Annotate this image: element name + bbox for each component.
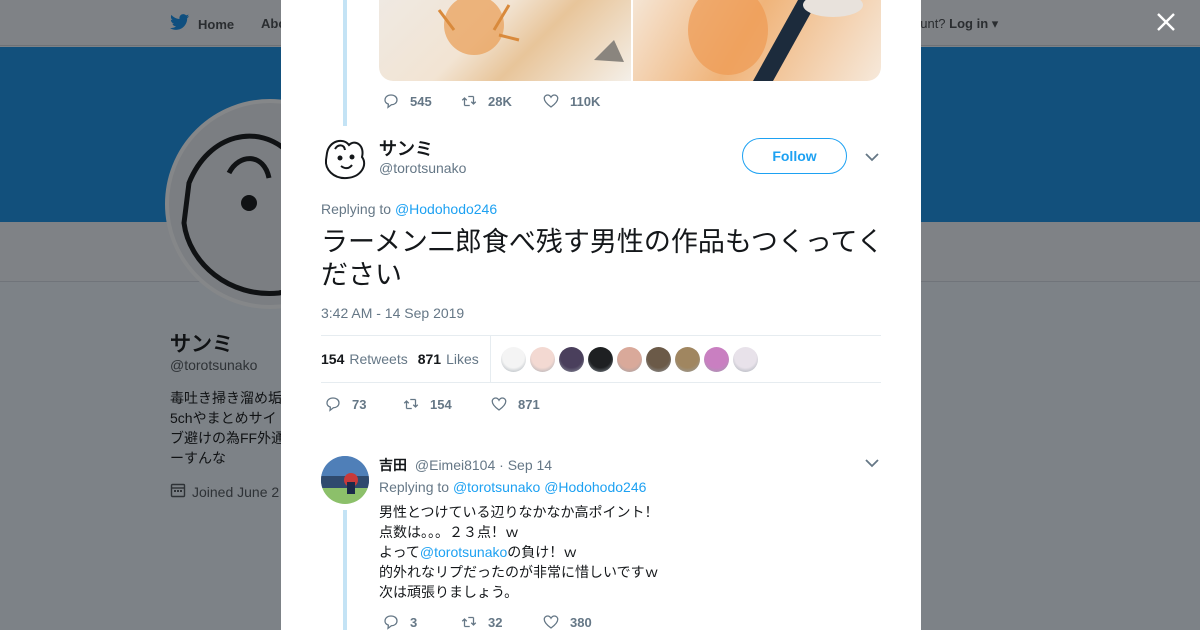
retweet-button[interactable]: 154 (402, 395, 490, 413)
tweet-stats: 154 Retweets 871 Likes (321, 335, 881, 383)
profile-handle: @torotsunako (170, 357, 258, 373)
reply-button[interactable]: 545 (382, 92, 460, 110)
liker-avatar[interactable] (500, 346, 526, 372)
liker-avatar[interactable] (645, 346, 671, 372)
separator-dot: · (499, 457, 504, 473)
mention-link[interactable]: @Hodohodo246 (395, 201, 497, 217)
reply-tweet-text: 男性とつけている辺りなかなか高ポイント！ 点数は。。。２３点！ｗ よって@tor… (379, 504, 659, 600)
like-button[interactable]: 871 (490, 395, 540, 413)
tweet-modal: 545 28K 110K サンミ @torotsunako Follow Rep… (281, 0, 921, 630)
like-stat[interactable]: 871 Likes (418, 351, 479, 367)
like-button[interactable]: 110K (542, 92, 600, 110)
mention-link[interactable]: @torotsunako (453, 479, 540, 495)
tweet-media[interactable] (379, 0, 881, 81)
like-button[interactable]: 380 (542, 613, 592, 630)
heart-icon (543, 94, 559, 108)
retweet-icon (461, 616, 477, 628)
twitter-bird-icon (170, 14, 190, 34)
home-link[interactable]: Home (170, 14, 234, 34)
liker-avatar[interactable] (616, 346, 642, 372)
mention-link[interactable]: @torotsunako (420, 544, 507, 560)
liker-avatar[interactable] (732, 346, 758, 372)
reply-author-name[interactable]: 吉田 (379, 457, 407, 473)
author-name[interactable]: サンミ (379, 135, 433, 161)
reply-tweet-actions: 3 32 380 (382, 613, 592, 630)
author-avatar[interactable] (321, 133, 369, 181)
prev-tweet-actions: 545 28K 110K (382, 92, 600, 110)
close-icon[interactable] (1153, 11, 1179, 37)
mention-link[interactable]: @Hodohodo246 (544, 479, 646, 495)
profile-joined: Joined June 2 (170, 482, 282, 501)
main-tweet-actions: 73 154 871 (324, 395, 540, 413)
liker-avatar[interactable] (587, 346, 613, 372)
profile-bio: 毒吐き掃き溜め垢 5chやまとめサイ ブ避けの為FF外通 ーすんな (170, 390, 282, 466)
retweet-button[interactable]: 32 (460, 613, 542, 630)
retweet-icon (403, 398, 419, 410)
reply-date[interactable]: Sep 14 (508, 457, 552, 473)
media-image-2[interactable] (633, 0, 881, 81)
tweet-text: ラーメン二郎食べ残す男性の作品もつくってください (321, 227, 884, 290)
liker-avatar[interactable] (529, 346, 555, 372)
liker-avatar[interactable] (674, 346, 700, 372)
home-label: Home (198, 16, 235, 32)
retweet-stat[interactable]: 154 Retweets (321, 351, 408, 367)
reply-button[interactable]: 73 (324, 395, 402, 413)
liker-avatar[interactable] (558, 346, 584, 372)
login-link[interactable]: Log in ▾ (949, 16, 998, 31)
liker-avatar[interactable] (703, 346, 729, 372)
follow-button[interactable]: Follow (742, 138, 847, 174)
heart-icon (491, 397, 507, 411)
media-image-1[interactable] (379, 0, 631, 81)
thread-line-bottom (343, 510, 347, 630)
reply-icon (384, 615, 398, 630)
reply-button[interactable]: 3 (382, 613, 460, 630)
chevron-down-icon[interactable] (864, 455, 880, 471)
author-handle[interactable]: @torotsunako (379, 160, 466, 176)
heart-icon (543, 615, 559, 629)
retweet-icon (461, 95, 477, 107)
reply-author-avatar[interactable] (321, 456, 369, 504)
calendar-icon (170, 482, 186, 501)
liker-avatars (500, 346, 758, 372)
reply-header: 吉田 @Eimei8104 · Sep 14 (379, 455, 552, 475)
stats-divider (489, 336, 491, 382)
chevron-down-icon[interactable] (864, 149, 880, 165)
replying-to: Replying to @Hodohodo246 (321, 201, 498, 217)
reply-author-handle[interactable]: @Eimei8104 (415, 457, 495, 473)
reply-icon (384, 94, 398, 109)
reply-replying-to: Replying to @torotsunako @Hodohodo246 (379, 479, 647, 495)
reply-icon (326, 397, 340, 412)
profile-name: サンミ (170, 333, 233, 356)
tweet-timestamp[interactable]: 3:42 AM - 14 Sep 2019 (321, 305, 464, 321)
thread-line-top (343, 0, 347, 126)
retweet-button[interactable]: 28K (460, 92, 542, 110)
